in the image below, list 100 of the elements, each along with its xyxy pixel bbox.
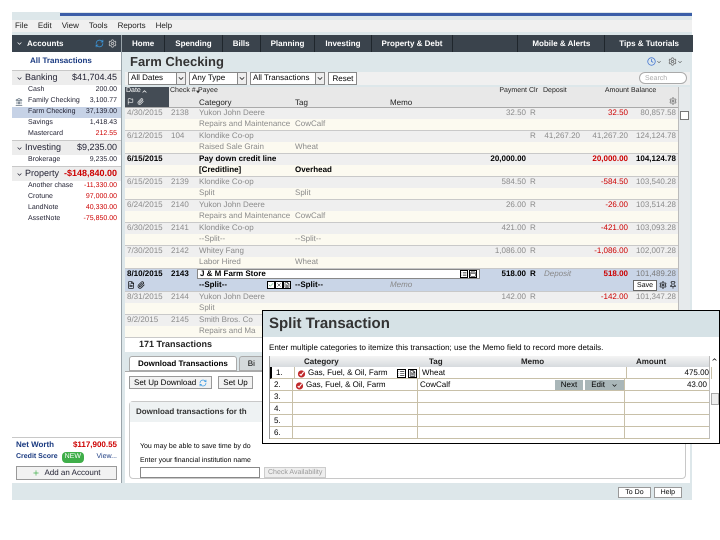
document-icon[interactable] [283, 281, 291, 290]
action-button[interactable]: Next [554, 380, 584, 390]
table-cell: 101,489.28 [636, 268, 676, 280]
filter-dropdown[interactable]: All Dates [128, 72, 186, 85]
caret-icon[interactable] [16, 170, 23, 178]
menu-item[interactable]: View [62, 20, 79, 32]
group-total: $41,704.45 [72, 71, 117, 84]
setup-button[interactable]: Set Up [218, 376, 253, 389]
nav-tab[interactable]: Mobile & Alerts [517, 35, 604, 52]
list-icon[interactable] [460, 270, 468, 278]
table-cell: 2143 [171, 268, 189, 280]
net-worth-label: Net Worth [16, 438, 56, 450]
split-row[interactable]: 3. [270, 391, 709, 403]
settings-icon[interactable] [659, 281, 667, 290]
scroll-up-icon[interactable] [711, 356, 718, 363]
pin-icon[interactable] [669, 281, 677, 290]
split-row[interactable]: 4. [270, 403, 709, 415]
table-cell: Repairs and Maintenance [199, 210, 290, 222]
table-cell: Gas, Fuel, & Oil, Farm [308, 367, 388, 379]
transaction-count: 171 Transactions [139, 338, 212, 352]
transaction-row[interactable]: 6/24/2015 2140 Yukon John Deere 26.00 R -26.00 103,514.28 Repairs and Maintenance CowCalf [125, 200, 678, 223]
nav-tab[interactable]: Property & Debt [372, 35, 454, 52]
net-worth-value: $117,900.55 [72, 438, 117, 450]
nav-tab[interactable]: Tips & Tutorials [604, 35, 693, 52]
table-cell: 41,267.20 [592, 130, 628, 142]
document-icon[interactable] [408, 368, 417, 378]
row-number: 1. [275, 367, 284, 379]
nav-tab[interactable]: Planning [260, 35, 316, 52]
menu-item[interactable]: Help [156, 20, 172, 32]
add-account-button[interactable]: Add an Account [16, 466, 117, 480]
nav-tab[interactable]: Home [122, 35, 166, 52]
table-cell: 6/12/2015 [127, 130, 163, 142]
pencil-check-icon [297, 368, 306, 378]
flag-icon[interactable] [127, 98, 134, 106]
transaction-row[interactable]: 6/30/2015 2141 Klondike Co-op 421.00 R -421.00 103,093.28 --Split-- --Split-- [125, 222, 678, 246]
table-cell: 26.00 [506, 199, 526, 212]
scrollbar[interactable] [709, 356, 719, 439]
table-cell: 2145 [171, 314, 189, 326]
scroll-thumb[interactable] [710, 393, 718, 405]
split-row[interactable]: 6. [270, 427, 709, 439]
group-name[interactable]: Banking [25, 71, 70, 85]
table-cell: R [530, 199, 536, 212]
check-icon[interactable] [267, 281, 275, 290]
caret-icon[interactable] [16, 144, 23, 152]
calendar-icon[interactable] [469, 270, 477, 278]
transaction-row[interactable]: 6/15/2015 Pay down credit line 20,000.00 20,000.00 104,124.78 [Creditline] Overhead [125, 154, 678, 177]
table-cell: 102,007.28 [636, 245, 676, 258]
split-row[interactable]: 5. [270, 415, 709, 427]
reset-button[interactable]: Reset [328, 72, 358, 85]
transaction-row[interactable]: 6/15/2015 2139 Klondike Co-op 584.50 R -584.50 103,540.28 Split Split [125, 176, 678, 200]
document-icon[interactable] [127, 281, 135, 290]
table-cell: 584.50 [502, 176, 526, 188]
refresh-icon [199, 378, 208, 386]
paperclip-icon[interactable] [137, 281, 145, 290]
table-cell: Klondike Co-op [199, 130, 254, 142]
column-header[interactable]: Category [197, 96, 293, 107]
payee-field[interactable]: J & M Farm Store [197, 269, 480, 280]
table-cell: 104 [171, 130, 184, 142]
filter-dropdown[interactable]: All Transactions [250, 72, 326, 85]
transaction-row[interactable]: 4/30/2015 2138 Yukon John Deere 32.50 R 32.50 80,857.58 Repairs and Maintenance CowCalf [125, 108, 678, 131]
institution-name-field[interactable] [140, 467, 260, 478]
transaction-row[interactable]: 7/30/2015 2142 Whitey Fang 1,086.00 R -1,086.00 102,007.28 Labor Hired Wheat [125, 246, 678, 269]
menu-item[interactable]: Tools [88, 20, 108, 32]
all-transactions-link[interactable]: All Transactions [12, 52, 121, 70]
nav-tab[interactable]: Bills [222, 35, 261, 52]
table-cell[interactable]: --Split-- [199, 279, 267, 292]
clock-icon[interactable] [647, 57, 656, 66]
caret-icon[interactable] [16, 74, 23, 82]
close-icon[interactable] [275, 281, 283, 290]
table-cell: 7/30/2015 [127, 245, 163, 258]
menu-item[interactable]: Reports [118, 20, 146, 32]
table-cell: -584.50 [600, 176, 628, 188]
group-name[interactable]: Property [25, 167, 62, 181]
menu-item[interactable]: File [15, 20, 28, 32]
nav-tab[interactable]: Spending [165, 35, 223, 52]
nav-tab[interactable]: Investing [315, 35, 372, 52]
menu-item[interactable]: Edit [38, 20, 52, 32]
tab[interactable]: Bi [238, 356, 264, 371]
scroll-button[interactable] [680, 110, 689, 120]
group-name[interactable]: Investing [25, 141, 75, 155]
group-total: -$148,840.00 [64, 167, 117, 180]
refresh-icon[interactable] [95, 39, 104, 48]
column-header[interactable]: Memo [388, 96, 480, 107]
table-cell: 32.50 [608, 107, 628, 120]
filter-dropdown[interactable]: Any Type [189, 72, 247, 85]
dialog-title: Split Transaction [269, 314, 390, 334]
table-cell: Split [199, 302, 215, 314]
setup-button[interactable]: Set Up Download [129, 376, 212, 389]
table-cell: -142.00 [600, 291, 628, 304]
table-cell: 9/2/2015 [127, 314, 158, 326]
table-cell: Yukon John Deere [199, 291, 265, 304]
list-icon[interactable] [397, 368, 406, 378]
tab[interactable]: Download Transactions [129, 356, 237, 371]
split-row[interactable]: 2. Gas, Fuel, & Oil, Farm CowCalf Next Edit 43.00 [270, 379, 709, 391]
caret-icon[interactable] [16, 40, 23, 47]
action-button[interactable]: Edit [585, 380, 624, 390]
table-cell: 2140 [171, 199, 189, 212]
split-row[interactable]: 1. Gas, Fuel, & Oil, Farm Wheat 475.00 [270, 367, 709, 379]
column-header[interactable]: Tag [293, 96, 388, 107]
table-cell: -1,086.00 [594, 245, 628, 258]
